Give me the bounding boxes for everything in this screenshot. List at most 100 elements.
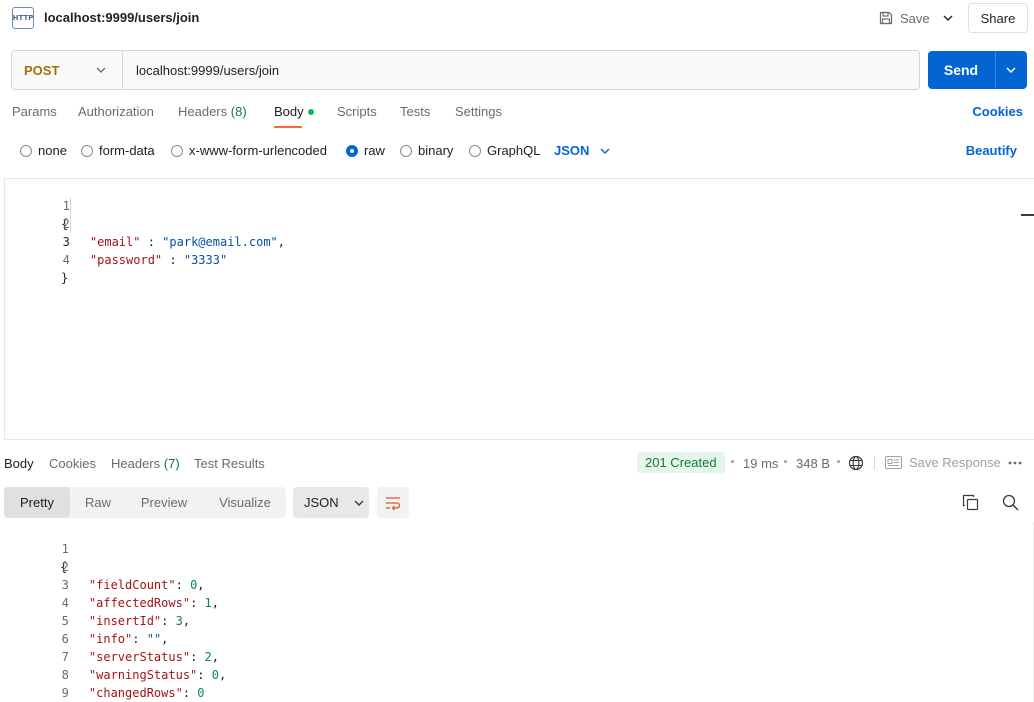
globe-icon[interactable] [848,455,864,471]
top-bar: HTTP localhost:9999/users/join Save Shar… [0,0,1034,36]
code-line: 5 "info": "", [4,594,1034,646]
radio-graphql-label: GraphQL [487,143,541,158]
radio-circle[interactable] [469,144,481,157]
code-text: } [61,269,68,287]
chevron-down-icon[interactable] [1004,63,1018,77]
code-line: 1 { [4,522,1034,574]
radio-circle[interactable] [171,144,183,157]
tab-authorization[interactable]: Authorization [78,104,154,119]
tab-headers[interactable]: Headers (8) [178,104,247,119]
radio-raw-label: raw [364,143,385,158]
radio-form-data-label: form-data [99,143,155,158]
tab-settings[interactable]: Settings [455,104,502,119]
dot-separator [837,460,840,463]
radio-raw[interactable]: raw [346,143,385,158]
divider [995,51,996,89]
status-badge[interactable]: 201 Created [637,452,725,473]
radio-circle-checked[interactable] [346,144,358,157]
response-format-label: JSON [304,495,339,510]
save-response-button[interactable]: Save Response [885,455,1001,470]
search-icon[interactable] [1002,494,1019,511]
code-line: 9 } [4,666,1034,700]
view-pretty[interactable]: Pretty [4,487,70,518]
active-tab-indicator [274,126,302,128]
view-preview[interactable]: Preview [128,487,200,518]
http-icon-label: HTTP [12,14,34,22]
radio-urlencoded-label: x-www-form-urlencoded [189,143,327,158]
resp-tab-headers-label: Headers [111,456,161,471]
tab-tests[interactable]: Tests [400,104,430,119]
save-button[interactable]: Save [878,8,930,28]
json-value: 0 [197,686,205,700]
divider [122,51,123,89]
dot-separator [784,460,787,463]
brace: } [61,271,69,285]
save-response-icon [885,456,902,469]
tab-params[interactable]: Params [12,104,57,119]
body-format-select[interactable]: JSON [554,143,611,158]
radio-form-data[interactable]: form-data [81,143,155,158]
radio-circle[interactable] [20,144,32,157]
body-type-options: none form-data x-www-form-urlencoded raw… [0,140,1034,160]
json-key: "password" [89,253,163,267]
http-request-icon: HTTP [12,7,34,29]
line-number: 9 [61,686,69,700]
request-body-editor[interactable]: 1 { 2 "email" : "park@email.com", 3 "pas… [4,178,1034,440]
code-line: 4 "insertId": 3, [4,576,1034,628]
chevron-down-icon[interactable] [94,63,108,77]
code-line: 3 "password" : "3333" [5,215,1034,267]
radio-binary[interactable]: binary [400,143,453,158]
line-number: 4 [62,253,70,267]
code-text: "password" : "3333" [61,251,227,269]
code-line: 6 "serverStatus": 2, [4,612,1034,664]
url-bar: POST localhost:9999/users/join [11,50,920,90]
response-body-viewer[interactable]: 1 { 2 "fieldCount": 0, 3 "affectedRows":… [4,522,1034,702]
radio-graphql[interactable]: GraphQL [469,143,540,158]
resp-tab-cookies[interactable]: Cookies [49,456,96,471]
method-select[interactable]: POST [24,63,59,78]
resp-tab-headers[interactable]: Headers (7) [111,456,180,471]
save-label: Save [900,10,930,26]
code-line: 7 "warningStatus": 0, [4,630,1034,682]
dot-separator [731,460,734,463]
response-view-switcher: Pretty Raw Preview Visualize [4,487,286,518]
resp-tab-test-results[interactable]: Test Results [194,456,265,471]
chevron-down-icon [600,148,610,154]
radio-urlencoded[interactable]: x-www-form-urlencoded [171,143,327,158]
copy-icon[interactable] [962,494,979,511]
response-tabs: Body Cookies Headers (7) Test Results [0,452,1034,474]
send-label[interactable]: Send [928,51,994,89]
code-line: 4 } [5,233,1034,285]
wrap-lines-button[interactable] [377,487,409,518]
request-tabs: Params Authorization Headers (8) Body Sc… [0,104,1034,128]
code-line: 2 "email" : "park@email.com", [5,197,1034,249]
chevron-down-icon[interactable] [940,10,956,26]
code-text: "changedRows": 0 [88,686,205,700]
chevron-down-icon [354,500,364,506]
tab-headers-label: Headers [178,104,228,119]
resp-headers-count: (7) [163,456,180,471]
json-key: "changedRows" [88,686,183,700]
tab-body[interactable]: Body [274,104,314,119]
radio-none-label: none [38,143,67,158]
url-input[interactable]: localhost:9999/users/join [136,63,279,78]
response-time[interactable]: 19 ms [743,456,778,471]
beautify-button[interactable]: Beautify [966,143,1017,158]
more-options-icon[interactable] [1007,455,1023,471]
tab-scripts[interactable]: Scripts [337,104,377,119]
view-visualize[interactable]: Visualize [204,487,286,518]
cookies-link[interactable]: Cookies [972,104,1023,119]
radio-circle[interactable] [81,144,93,157]
request-title[interactable]: localhost:9999/users/join [44,10,199,25]
response-format-select[interactable]: JSON [293,487,369,518]
share-button[interactable]: Share [968,3,1028,33]
resp-tab-body[interactable]: Body [4,456,34,471]
view-raw[interactable]: Raw [70,487,126,518]
radio-circle[interactable] [400,144,412,157]
send-button[interactable]: Send [928,51,1027,89]
response-size[interactable]: 348 B [796,456,830,471]
radio-binary-label: binary [418,143,454,158]
code-line: 2 "fieldCount": 0, [4,540,1034,592]
body-format-label: JSON [554,143,590,158]
radio-none[interactable]: none [20,143,67,158]
